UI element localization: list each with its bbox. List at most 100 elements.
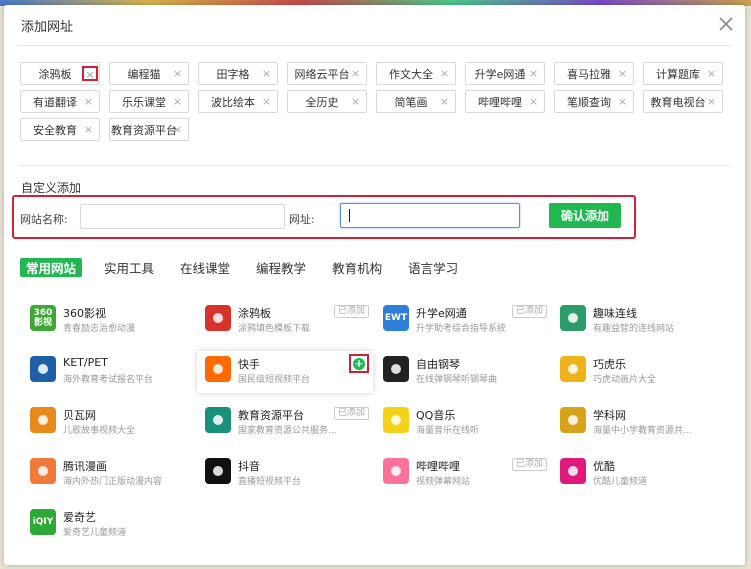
site-name: KET/PET [63, 356, 108, 369]
site-name: 学科网 [593, 409, 626, 422]
site-card[interactable]: 腾讯漫画 海内外热门正版动漫内容 [22, 453, 198, 495]
remove-tag-icon[interactable]: × [82, 95, 95, 108]
site-name: 抖音 [238, 460, 260, 473]
site-description: 海内外热门正版动漫内容 [63, 477, 163, 487]
site-tag[interactable]: 涂鸦板 × [20, 62, 100, 85]
site-tag[interactable]: 哔哩哔哩 × [465, 90, 545, 113]
site-tag[interactable]: 简笔画 × [376, 90, 456, 113]
site-tag[interactable]: 网络云平台 × [287, 62, 367, 85]
remove-tag-icon[interactable]: × [705, 67, 718, 80]
remove-tag-icon[interactable]: × [349, 95, 362, 108]
site-name: 爱奇艺 [63, 511, 96, 524]
remove-tag-icon[interactable]: × [171, 123, 184, 136]
site-card[interactable]: 抖音 直播短视频平台 [197, 453, 373, 495]
site-tag[interactable]: 教育电视台 × [643, 90, 723, 113]
tag-label: 有道翻译 [33, 95, 77, 109]
category-tab[interactable]: 实用工具 [104, 258, 154, 277]
youku-icon [560, 458, 586, 484]
site-description: 有趣益智的连线网站 [593, 324, 675, 334]
site-name: QQ音乐 [416, 409, 456, 422]
site-name-input[interactable] [80, 204, 285, 229]
custom-add-title: 自定义添加 [21, 181, 82, 195]
site-card[interactable]: QQ音乐 海量音乐在线听 [375, 402, 551, 444]
site-card[interactable]: 快手 国民级短视频平台 + [197, 351, 373, 393]
site-card[interactable]: iQIY 爱奇艺 爱奇艺儿童频道 [22, 504, 198, 546]
site-description: 青春励志治愈动漫 [63, 324, 136, 334]
site-tag[interactable]: 全历史 × [287, 90, 367, 113]
site-tag[interactable]: 笔顺查询 × [554, 90, 634, 113]
remove-tag-icon[interactable]: × [616, 67, 629, 80]
category-tab[interactable]: 在线课堂 [180, 258, 230, 277]
added-badge: 已添加 [333, 407, 369, 420]
category-tabs: 常用网站 实用工具 在线课堂 编程教学 教育机构 语言学习 [20, 257, 484, 277]
tag-label: 安全教育 [33, 123, 77, 137]
piano-icon [383, 356, 409, 382]
plus-icon: + [353, 356, 365, 370]
site-name: 趣味连线 [593, 307, 637, 320]
site-tag[interactable]: 作文大全 × [376, 62, 456, 85]
site-card[interactable]: EWT 升学e网通 升学助考综合指导系统 已添加 [375, 300, 551, 342]
remove-tag-icon[interactable]: × [260, 95, 273, 108]
site-card[interactable]: 哔哩哔哩 视频弹幕网站 已添加 [375, 453, 551, 495]
tag-label: 作文大全 [389, 67, 433, 81]
comic-icon [30, 458, 56, 484]
site-tag[interactable]: 编程猫 × [109, 62, 189, 85]
tag-label: 乐乐课堂 [122, 95, 166, 109]
remove-tag-icon[interactable]: × [171, 67, 184, 80]
remove-tag-icon[interactable]: × [616, 95, 629, 108]
tag-label: 计算题库 [656, 67, 700, 81]
site-tag[interactable]: 有道翻译 × [20, 90, 100, 113]
remove-tag-icon[interactable]: × [82, 66, 98, 81]
category-tab[interactable]: 教育机构 [332, 258, 382, 277]
site-card[interactable]: 自由钢琴在线弹钢琴听钢琴曲 [375, 351, 551, 393]
tag-label: 笔顺查询 [567, 95, 611, 109]
site-card[interactable]: 学科网 海量中小学教育资源共... [552, 402, 728, 444]
remove-tag-icon[interactable]: × [438, 67, 451, 80]
site-tag[interactable]: 波比绘本 × [198, 90, 278, 113]
site-card[interactable]: 贝瓦网 儿歌故事视频大全 [22, 402, 198, 444]
site-tag[interactable]: 喜马拉雅 × [554, 62, 634, 85]
remove-tag-icon[interactable]: × [438, 95, 451, 108]
remove-tag-icon[interactable]: × [349, 67, 362, 80]
close-icon[interactable] [717, 15, 735, 33]
site-name: 自由钢琴 [416, 358, 460, 371]
remove-tag-icon[interactable]: × [527, 95, 540, 108]
site-tag[interactable]: 教育资源平台 × [109, 118, 189, 141]
site-tag[interactable]: 田字格 × [198, 62, 278, 85]
site-card[interactable]: 涂鸦板 涂鸦填色模板下载 已添加 [197, 300, 373, 342]
grid-icon [560, 305, 586, 331]
site-description: 在线弹钢琴听钢琴曲 [416, 375, 498, 385]
remove-tag-icon[interactable]: × [82, 123, 95, 136]
category-tab[interactable]: 语言学习 [408, 258, 458, 277]
site-card[interactable]: KET/PET 海外教育考试报名平台 [22, 351, 198, 393]
site-card[interactable]: 趣味连线有趣益智的连线网站 [552, 300, 728, 342]
add-site-button[interactable]: + [349, 354, 369, 373]
remove-tag-icon[interactable]: × [527, 67, 540, 80]
book-icon [205, 407, 231, 433]
site-tag[interactable]: 计算题库 × [643, 62, 723, 85]
site-card[interactable]: 教育资源平台 国家教育资源公共服务... 已添加 [197, 402, 373, 444]
site-tag[interactable]: 安全教育 × [20, 118, 100, 141]
tag-label: 简笔画 [394, 95, 428, 109]
site-card[interactable]: 360 影视 360影视青春励志治愈动漫 [22, 300, 198, 342]
category-tab[interactable]: 常用网站 [20, 257, 83, 277]
add-site-dialog: 添加网址 涂鸦板 × 编程猫 × 田字格 × 网络云平台 × 作文大全 × 升学e网通 × 喜马拉雅 × 计… [4, 5, 745, 565]
360-icon: 360 影视 [30, 305, 56, 331]
remove-tag-icon[interactable]: × [260, 67, 273, 80]
site-name-label: 网站名称: [20, 213, 68, 226]
site-card[interactable]: 优酷 优酷儿童频道 [552, 453, 728, 495]
site-name: 巧虎乐 [593, 358, 626, 371]
site-url-input[interactable] [340, 203, 520, 228]
site-tag[interactable]: 升学e网通 × [465, 62, 545, 85]
site-name: 教育资源平台 [238, 409, 304, 422]
category-tab[interactable]: 编程教学 [256, 258, 306, 277]
site-name: 360影视 [63, 307, 106, 320]
site-tag[interactable]: 乐乐课堂 × [109, 90, 189, 113]
confirm-add-button[interactable]: 确认添加 [549, 203, 621, 228]
tag-label: 涂鸦板 [38, 67, 72, 81]
site-name: 涂鸦板 [238, 307, 271, 320]
site-card[interactable]: 巧虎乐巧虎动画片大全 [552, 351, 728, 393]
remove-tag-icon[interactable]: × [171, 95, 184, 108]
site-description: 巧虎动画片大全 [593, 375, 657, 385]
remove-tag-icon[interactable]: × [705, 95, 718, 108]
